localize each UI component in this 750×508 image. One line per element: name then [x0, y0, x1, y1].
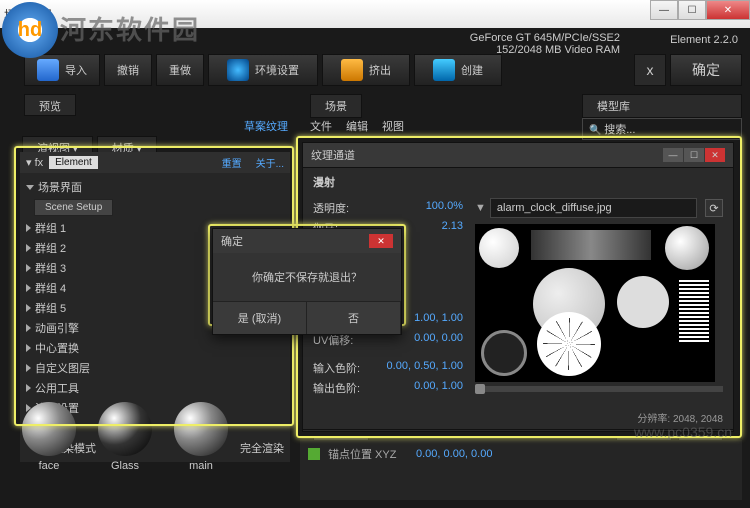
texture-window-buttons: — ☐ ✕ [663, 148, 725, 162]
chevron-right-icon [26, 344, 31, 352]
confirm-message: 你确定不保存就退出？ [213, 253, 401, 301]
file-menu[interactable]: 文件 [310, 118, 332, 134]
refresh-icon: ⟳ [709, 202, 718, 215]
bottom-panel: 锚点位置 XYZ 0.00, 0.00, 0.00 [300, 440, 742, 500]
extrude-icon [341, 59, 363, 81]
fx-toggle-icon[interactable]: ▾ fx [26, 156, 43, 169]
tex-section: 漫射 [303, 168, 733, 190]
confirm-yes-button[interactable]: 是 (取消) [213, 302, 307, 334]
edit-menu[interactable]: 编辑 [346, 118, 368, 134]
tree-util[interactable]: 公用工具 [22, 378, 288, 398]
main-toolbar: 导入 撤销 重做 环境设置 挤出 创建 x 确定 [24, 52, 742, 88]
clock-icon [537, 312, 601, 376]
model-tab[interactable]: 模型库 [582, 94, 742, 118]
scene-tab[interactable]: 场景 [310, 94, 362, 118]
anchor-value[interactable]: 0.00, 0.00, 0.00 [416, 448, 492, 460]
tree-scene-setup: Scene Setup [22, 197, 288, 218]
gamma-value[interactable]: 2.13 [442, 220, 463, 236]
chevron-right-icon [26, 324, 31, 332]
x-button[interactable]: x [634, 54, 666, 86]
import-button[interactable]: 导入 [24, 54, 100, 86]
chevron-right-icon [26, 364, 31, 372]
undo-button[interactable]: 撤销 [104, 54, 152, 86]
fx-name: Element [49, 156, 98, 169]
texture-right: ▼ alarm_clock_diffuse.jpg ⟳ [475, 198, 723, 398]
create-button[interactable]: 创建 [414, 54, 502, 86]
chevron-right-icon [26, 264, 31, 272]
uvoff-value[interactable]: 0.00, 0.00 [414, 332, 463, 348]
import-icon [37, 59, 59, 81]
extrude-button[interactable]: 挤出 [322, 54, 410, 86]
tex-close-button[interactable]: ✕ [705, 148, 725, 162]
chevron-right-icon [26, 244, 31, 252]
sphere-main[interactable]: main [172, 402, 230, 472]
confirm-close-button[interactable]: ✕ [369, 234, 393, 248]
model-lib-tab: 模型库 [582, 94, 742, 118]
search-input[interactable]: 🔍 搜索... [582, 118, 742, 140]
ok-button[interactable]: 确定 [670, 54, 742, 86]
sphere-icon [98, 402, 152, 456]
confirm-buttons: 是 (取消) 否 [213, 301, 401, 334]
chevron-right-icon [26, 224, 31, 232]
file-tri-icon[interactable]: ▼ [475, 202, 486, 214]
fx-about[interactable]: 关于... [256, 155, 284, 170]
texture-title: 纹理通道 [311, 147, 355, 163]
texture-header: 纹理通道 — ☐ ✕ [303, 143, 733, 168]
anchor-row: 锚点位置 XYZ 0.00, 0.00, 0.00 [308, 444, 734, 464]
confirm-dialog: 确定 ✕ 你确定不保存就退出？ 是 (取消) 否 [212, 228, 402, 335]
site-logo: hd [2, 2, 58, 58]
scene-tabs: 场景 [310, 94, 362, 118]
outlev-value[interactable]: 0.00, 1.00 [414, 380, 463, 396]
texture-file[interactable]: alarm_clock_diffuse.jpg [490, 198, 697, 218]
cube-icon [433, 59, 455, 81]
texture-slider[interactable] [475, 386, 723, 392]
sphere-face[interactable]: face [20, 402, 78, 472]
uvrep-value[interactable]: 1.00, 1.00 [414, 312, 463, 328]
fx-header: ▾ fx Element 重置 关于... [20, 152, 290, 173]
watermark-url: www.pc0359.cn [634, 424, 732, 440]
close-button[interactable]: ✕ [706, 0, 750, 20]
prop-outlev: 输出色阶:0.00, 1.00 [313, 378, 463, 398]
gpu-name: GeForce GT 645M/PCIe/SSE2 [470, 32, 620, 44]
brand-label: Element 2.2.0 [670, 34, 738, 46]
tex-max-button[interactable]: ☐ [684, 148, 704, 162]
sphere-icon [174, 402, 228, 456]
sphere-glass[interactable]: Glass [96, 402, 154, 472]
prop-inlev: 输入色阶:0.00, 0.50, 1.00 [313, 358, 463, 378]
scene-menu: 文件 编辑 视图 [310, 118, 404, 134]
tree-scene-ui[interactable]: 场景界面 [22, 177, 288, 197]
fx-reset[interactable]: 重置 [222, 155, 242, 170]
texture-preview[interactable] [475, 224, 715, 382]
window-buttons: — ☐ ✕ [650, 0, 750, 20]
confirm-header: 确定 ✕ [213, 229, 401, 253]
minimize-button[interactable]: — [650, 0, 678, 20]
chevron-right-icon [26, 384, 31, 392]
refresh-button[interactable]: ⟳ [705, 199, 723, 217]
tree-center[interactable]: 中心置换 [22, 338, 288, 358]
tex-min-button[interactable]: — [663, 148, 683, 162]
globe-icon [227, 59, 249, 81]
chevron-down-icon [26, 185, 34, 190]
play-icon[interactable] [308, 448, 320, 460]
confirm-no-button[interactable]: 否 [307, 302, 401, 334]
maximize-button[interactable]: ☐ [678, 0, 706, 20]
logo-icon: hd [2, 2, 58, 58]
view-menu[interactable]: 视图 [382, 118, 404, 134]
preview-tab[interactable]: 预览 [24, 94, 76, 116]
grass-link[interactable]: 草案纹理 [244, 118, 288, 138]
inlev-value[interactable]: 0.00, 0.50, 1.00 [387, 360, 463, 376]
scene-setup-button[interactable]: Scene Setup [34, 199, 113, 216]
redo-button[interactable]: 重做 [156, 54, 204, 86]
confirm-title: 确定 [221, 233, 243, 249]
anchor-label: 锚点位置 XYZ [328, 446, 408, 462]
prop-opacity: 透明度:100.0% [313, 198, 463, 218]
chevron-right-icon [26, 284, 31, 292]
env-button[interactable]: 环境设置 [208, 54, 318, 86]
tree-custom[interactable]: 自定义图层 [22, 358, 288, 378]
chevron-right-icon [26, 304, 31, 312]
sphere-icon [22, 402, 76, 456]
watermark-text: 河东软件园 [60, 10, 200, 47]
opacity-value[interactable]: 100.0% [426, 200, 463, 216]
material-spheres: face Glass main [20, 402, 230, 472]
